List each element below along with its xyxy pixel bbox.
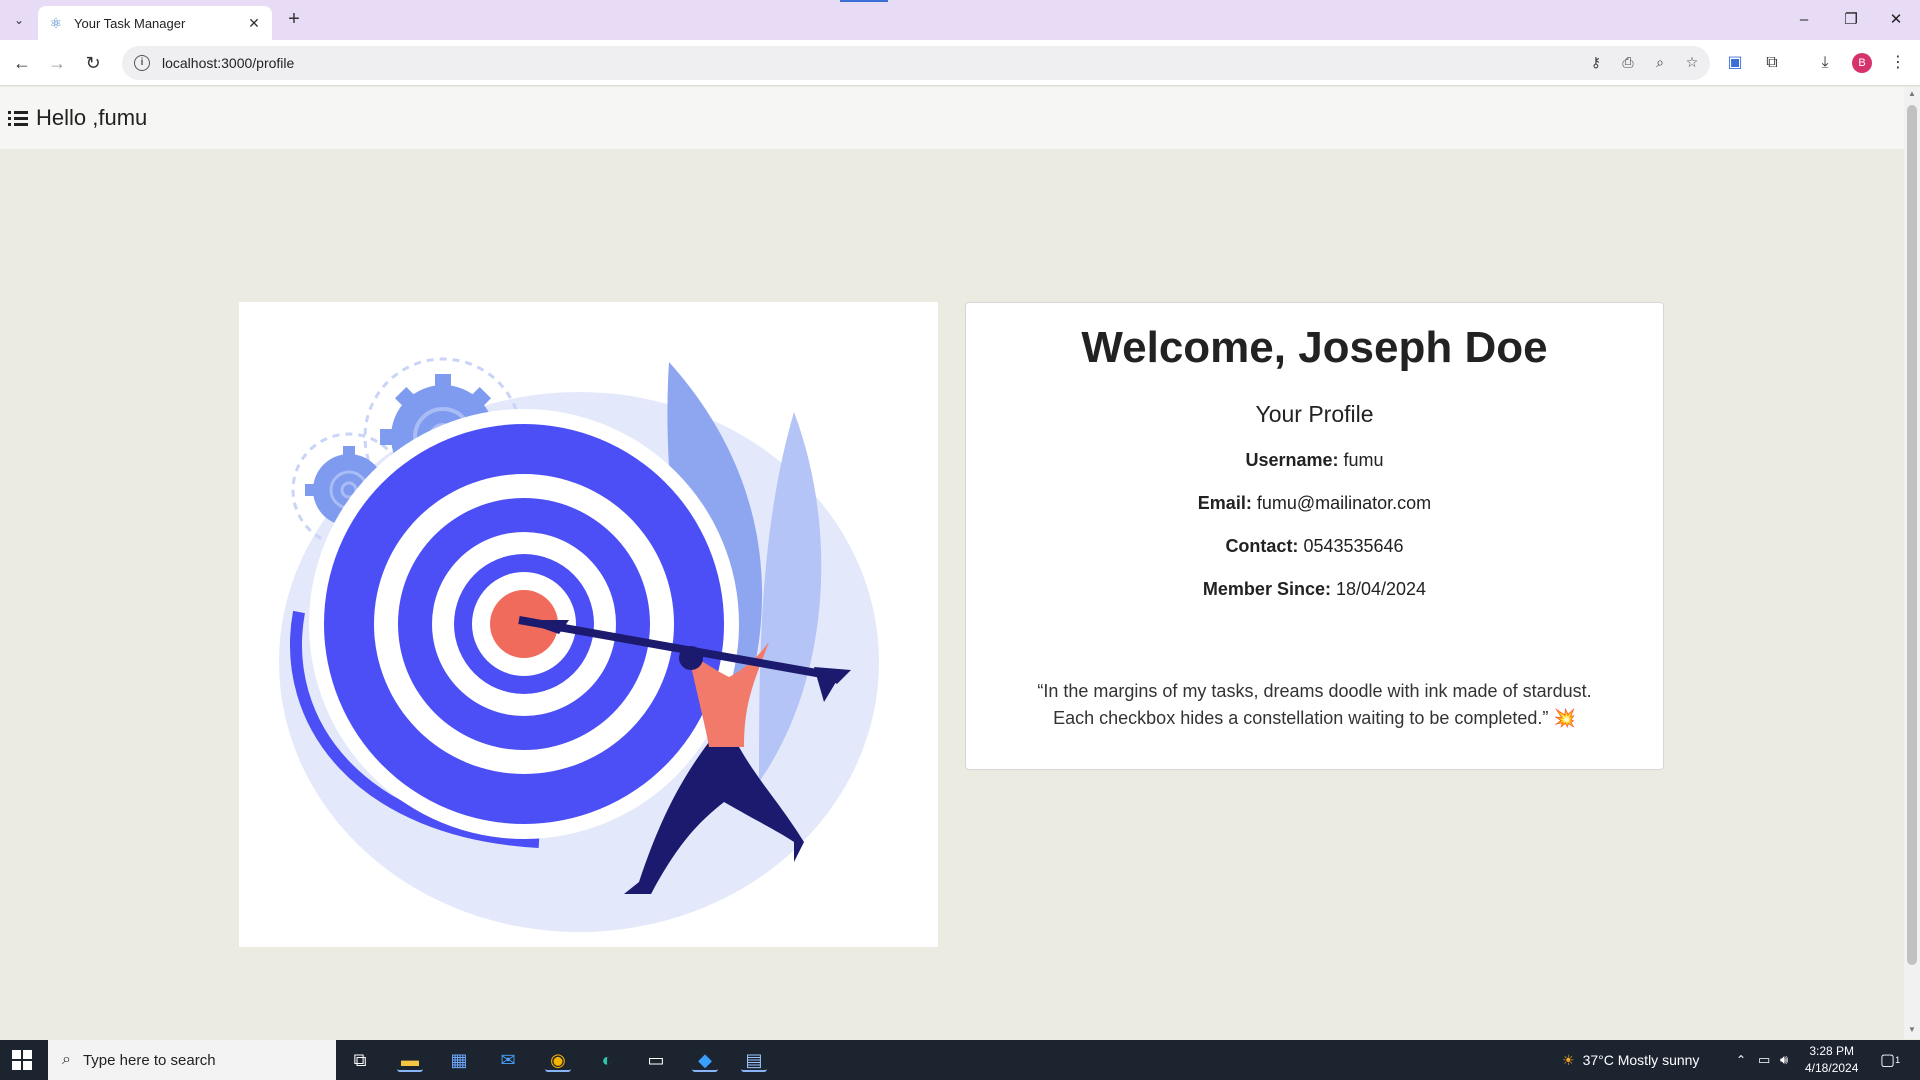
contact-value: 0543535646	[1303, 536, 1404, 556]
email-label: Email:	[1197, 493, 1252, 513]
weather-text: 37°C Mostly sunny	[1582, 1052, 1700, 1068]
reload-icon[interactable]: ↻	[81, 51, 105, 75]
notification-count: 1	[1895, 1055, 1901, 1065]
list-menu-icon[interactable]	[8, 107, 30, 129]
profile-avatar[interactable]: B	[1852, 53, 1872, 73]
weather-widget[interactable]: ☀ 37°C Mostly sunny	[1562, 1040, 1699, 1080]
address-url[interactable]: localhost:3000/profile	[162, 55, 294, 71]
back-arrow-icon[interactable]: ←	[10, 51, 34, 75]
forward-arrow-icon[interactable]: →	[45, 51, 69, 75]
quote-line-2: Each checkbox hides a constellation wait…	[1053, 708, 1549, 728]
minimize-icon[interactable]: –	[1789, 8, 1819, 32]
password-key-icon[interactable]: ⚷	[1586, 52, 1606, 72]
page-scrollbar[interactable]: ▲ ▼	[1904, 87, 1920, 1039]
new-tab-plus-icon[interactable]: +	[282, 8, 306, 32]
target-archer-illustration	[279, 357, 879, 932]
profile-subtitle: Your Profile	[1255, 401, 1374, 427]
loading-indicator	[840, 0, 888, 2]
browser-menu-icon[interactable]: ⋮	[1886, 51, 1910, 75]
app-header: Hello ,fumu	[0, 87, 1904, 149]
weather-sun-icon: ☀	[1562, 1051, 1575, 1068]
scroll-down-icon[interactable]: ▼	[1907, 1025, 1917, 1034]
contact-label: Contact:	[1225, 536, 1299, 556]
notification-center-icon[interactable]: ▢ 1	[1880, 1040, 1900, 1080]
windows-start-icon[interactable]	[12, 1050, 32, 1070]
taskbar-search-box[interactable]: ⌕ Type here to search	[48, 1040, 336, 1080]
volume-icon[interactable]: 🔊︎	[1780, 1040, 1788, 1080]
terminal-icon[interactable]: ▭	[643, 1048, 669, 1072]
edge-icon[interactable]: ◐	[594, 1048, 620, 1072]
username-row: Username: fumu	[966, 450, 1663, 471]
extensions-puzzle-icon[interactable]: ⧉	[1760, 51, 1784, 75]
clock-time: 3:28 PM	[1809, 1044, 1855, 1058]
member-since-row: Member Since: 18/04/2024	[966, 579, 1663, 600]
microsoft-store-icon[interactable]: ▦	[446, 1048, 472, 1072]
bookmark-star-icon[interactable]: ☆	[1682, 52, 1702, 72]
window-close-icon[interactable]: ✕	[1881, 8, 1911, 32]
install-app-icon[interactable]: ⎙	[1618, 52, 1638, 72]
windows-taskbar: ⌕ Type here to search ⧉ ▬ ▦ ✉ ◉ ◐ ▭ ◆ ▤ …	[0, 1040, 1920, 1080]
scroll-up-icon[interactable]: ▲	[1907, 89, 1917, 98]
illustration-card	[239, 302, 938, 947]
react-favicon-icon: ⚛	[49, 15, 63, 31]
restore-icon[interactable]: ❐	[1836, 8, 1866, 32]
welcome-heading: Welcome, Joseph Doe	[1081, 323, 1548, 372]
zoom-icon[interactable]: ⌕	[1650, 52, 1670, 72]
tray-overflow-icon[interactable]: ⌃	[1736, 1040, 1746, 1080]
search-icon: ⌕	[62, 1051, 71, 1068]
network-icon[interactable]: ▭	[1758, 1040, 1770, 1080]
extension-f-icon[interactable]: ▣	[1723, 51, 1747, 75]
chrome-icon[interactable]: ◉	[545, 1048, 571, 1072]
notepad-icon[interactable]: ▤	[741, 1048, 767, 1072]
email-value: fumu@mailinator.com	[1256, 493, 1432, 513]
tab-close-icon[interactable]: ✕	[244, 13, 264, 33]
username-value: fumu	[1343, 450, 1384, 470]
mail-icon[interactable]: ✉	[495, 1048, 521, 1072]
tab-title: Your Task Manager	[74, 15, 186, 31]
vscode-icon[interactable]: ◆	[692, 1048, 718, 1072]
browser-toolbar: ← → ↻ i localhost:3000/profile ⚷ ⎙ ⌕ ☆ ▣…	[0, 40, 1920, 86]
quote-line-1: “In the margins of my tasks, dreams dood…	[1037, 681, 1592, 701]
member-since-value: 18/04/2024	[1335, 579, 1427, 599]
member-since-label: Member Since:	[1202, 579, 1331, 599]
greeting-text: Hello ,fumu	[36, 105, 148, 130]
system-clock[interactable]: 3:28 PM 4/18/2024	[1805, 1043, 1858, 1077]
clock-date: 4/18/2024	[1805, 1061, 1859, 1075]
site-info-icon[interactable]: i	[134, 55, 150, 71]
contact-row: Contact: 0543535646	[966, 536, 1663, 557]
tab-search-chevron-icon[interactable]: ⌄	[8, 9, 30, 31]
address-bar[interactable]: i localhost:3000/profile ⚷ ⎙ ⌕ ☆	[122, 46, 1710, 80]
username-label: Username:	[1245, 450, 1339, 470]
browser-tab[interactable]: ⚛ Your Task Manager ✕	[38, 6, 272, 40]
motivational-quote: “In the margins of my tasks, dreams dood…	[966, 678, 1663, 732]
browser-tab-bar: ⌄ ⚛ Your Task Manager ✕ + – ❐ ✕	[0, 0, 1920, 40]
email-row: Email: fumu@mailinator.com	[966, 493, 1663, 514]
file-explorer-icon[interactable]: ▬	[397, 1048, 423, 1072]
scroll-thumb[interactable]	[1907, 105, 1917, 965]
profile-card: Welcome, Joseph Doe Your Profile Usernam…	[965, 302, 1664, 770]
taskbar-search-placeholder[interactable]: Type here to search	[83, 1052, 216, 1069]
task-view-icon[interactable]: ⧉	[347, 1048, 373, 1072]
downloads-icon[interactable]: ⤓	[1813, 51, 1837, 75]
sparkle-emoji-icon: 💥	[1553, 708, 1576, 728]
